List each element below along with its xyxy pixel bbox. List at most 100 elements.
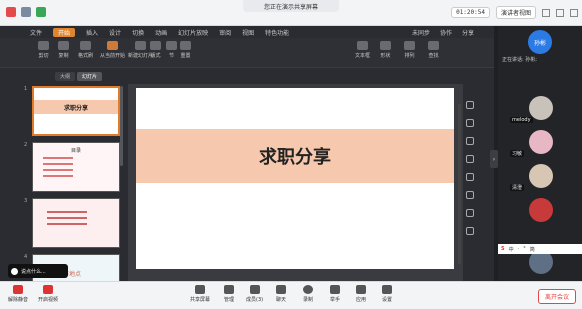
- record-icon: [303, 285, 313, 294]
- tab-slides[interactable]: 幻灯片: [77, 72, 103, 81]
- self-avatar[interactable]: 孙彬: [528, 30, 552, 54]
- shield-icon[interactable]: [36, 7, 46, 17]
- ime-punct[interactable]: ·: [518, 246, 520, 252]
- shapes-button[interactable]: 形状: [380, 41, 391, 59]
- thumb-number: 1: [24, 86, 28, 92]
- share-button[interactable]: 分享: [462, 28, 474, 37]
- menu-design[interactable]: 设计: [109, 28, 121, 37]
- participant-name: 清澄: [510, 184, 525, 191]
- apps-button[interactable]: 应用: [356, 285, 366, 303]
- menu-start[interactable]: 开始: [53, 27, 76, 37]
- raise-hand-label: 举手: [330, 297, 341, 303]
- menu-animation[interactable]: 动画: [155, 28, 167, 37]
- share-status-pill[interactable]: 您正在演示共享屏幕: [243, 0, 339, 12]
- settings-label: 设置: [382, 297, 393, 303]
- participant-tile[interactable]: melody: [508, 92, 574, 124]
- slide-thumbnail-2[interactable]: 目录: [32, 142, 120, 192]
- menu-slideshow[interactable]: 幻灯片放映: [178, 28, 208, 37]
- participant-tile[interactable]: 清澄: [508, 160, 574, 192]
- manage-button[interactable]: 管理: [224, 285, 234, 303]
- meeting-controls: 解除静音 开启视频 共享屏幕 管理 成员(3) 聊天 录制 举手 应用 设置 离…: [0, 281, 582, 309]
- menu-transition[interactable]: 切换: [132, 28, 144, 37]
- shape-tool-icon[interactable]: [466, 119, 474, 127]
- menu-review[interactable]: 审阅: [219, 28, 231, 37]
- table-icon[interactable]: [466, 209, 474, 217]
- settings-button[interactable]: 设置: [382, 285, 392, 303]
- layout-tool-icon[interactable]: [466, 173, 474, 181]
- arrange-button[interactable]: 排列: [404, 41, 415, 59]
- layout-button[interactable]: 版式: [150, 41, 161, 59]
- ime-mode[interactable]: 中: [509, 246, 514, 253]
- reset-label: 重置: [180, 53, 191, 59]
- top-left-icons: [6, 7, 46, 17]
- cut-button[interactable]: 剪切: [38, 41, 49, 59]
- chat-input-tip[interactable]: 说点什么...: [8, 264, 68, 278]
- animation-icon[interactable]: [466, 137, 474, 145]
- participant-name: 习敏: [510, 150, 525, 157]
- collab-button[interactable]: 协作: [440, 28, 452, 37]
- close-icon[interactable]: [570, 8, 578, 17]
- menu-right: 未同步 协作 分享: [412, 28, 474, 37]
- share-screen-icon: [195, 285, 205, 294]
- reset-button[interactable]: 重置: [180, 41, 191, 59]
- slide-thumbnail-1[interactable]: 求职分享: [32, 86, 120, 136]
- cut-label: 剪切: [38, 53, 49, 59]
- layout-icon: [150, 41, 161, 50]
- collapse-sidebar-button[interactable]: ›: [490, 150, 498, 168]
- canvas-scrollbar[interactable]: [458, 104, 461, 264]
- slide-thumbnail-3[interactable]: [32, 198, 120, 248]
- ime-simplified[interactable]: 简: [530, 246, 535, 253]
- thumbnail-scrollbar[interactable]: [120, 86, 123, 166]
- help-icon[interactable]: [466, 227, 474, 235]
- menu-insert[interactable]: 插入: [86, 28, 98, 37]
- slide-canvas-area: 求职分享: [128, 84, 463, 284]
- participant-tile[interactable]: [508, 194, 574, 226]
- start-video-button[interactable]: 开启视频: [38, 285, 58, 303]
- shapes-icon: [380, 41, 391, 50]
- ime-width[interactable]: °: [523, 246, 526, 252]
- avatar: [529, 96, 553, 120]
- format-painter-button[interactable]: 格式刷: [78, 41, 93, 59]
- members-button[interactable]: 成员(3): [246, 285, 263, 303]
- participant-tile[interactable]: 习敏: [508, 126, 574, 158]
- transition-icon[interactable]: [466, 155, 474, 163]
- presentation-app: 文件 开始 插入 设计 切换 动画 幻灯片放映 审阅 视图 特色功能 未同步 协…: [0, 26, 494, 284]
- maximize-icon[interactable]: [556, 8, 564, 17]
- minimize-icon[interactable]: [542, 8, 550, 17]
- share-screen-label: 共享屏幕: [190, 297, 211, 303]
- chat-button[interactable]: 聊天: [276, 285, 286, 303]
- record-button[interactable]: 录制: [303, 285, 313, 303]
- menu-features[interactable]: 特色功能: [265, 28, 289, 37]
- slide-canvas[interactable]: 求职分享: [136, 88, 454, 269]
- ime-toolbar[interactable]: S 中 · ° 简: [498, 244, 582, 254]
- slide-title[interactable]: 求职分享: [259, 143, 331, 169]
- thumb-number: 2: [24, 142, 28, 148]
- hand-icon: [330, 285, 340, 294]
- meeting-timer: 01:20:54: [451, 7, 490, 18]
- find-button[interactable]: 查找: [428, 41, 439, 59]
- section-icon: [166, 41, 177, 50]
- speaker-view-button[interactable]: 演讲者视图: [495, 6, 536, 19]
- leave-meeting-button[interactable]: 离开会议: [537, 289, 576, 304]
- members-icon: [249, 285, 260, 294]
- section-button[interactable]: 节: [166, 41, 177, 59]
- info-icon[interactable]: [21, 7, 31, 17]
- copy-button[interactable]: 复制: [58, 41, 69, 59]
- sync-status[interactable]: 未同步: [412, 28, 430, 37]
- find-icon: [428, 41, 439, 50]
- unmute-button[interactable]: 解除静音: [8, 285, 28, 303]
- menu-bar: 文件 开始 插入 设计 切换 动画 幻灯片放映 审阅 视图 特色功能 未同步 协…: [0, 26, 494, 38]
- raise-hand-button[interactable]: 举手: [330, 285, 340, 303]
- textbox-button[interactable]: 文本框: [355, 41, 370, 59]
- properties-icon[interactable]: [466, 101, 474, 109]
- image-icon[interactable]: [466, 191, 474, 199]
- play-from-current-button[interactable]: 从当前开始: [100, 41, 125, 59]
- menu-view[interactable]: 视图: [242, 28, 254, 37]
- new-slide-icon: [135, 41, 146, 50]
- ime-logo-icon: S: [501, 246, 505, 252]
- textbox-label: 文本框: [355, 53, 371, 59]
- share-screen-button[interactable]: 共享屏幕: [190, 285, 210, 303]
- chat-bubble-icon: [276, 285, 286, 294]
- tab-outline[interactable]: 大纲: [55, 72, 76, 81]
- menu-file[interactable]: 文件: [30, 28, 42, 37]
